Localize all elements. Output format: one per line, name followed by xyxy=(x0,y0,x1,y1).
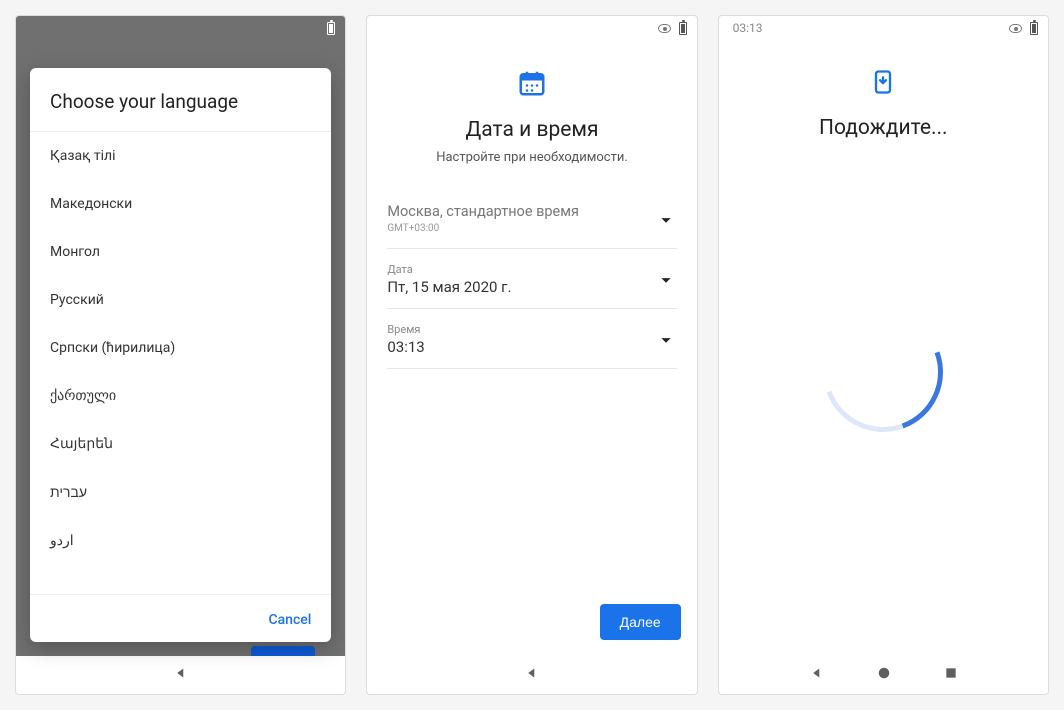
cancel-button[interactable]: Cancel xyxy=(268,612,311,628)
status-bar xyxy=(367,16,696,40)
chevron-down-icon xyxy=(655,329,677,351)
next-button[interactable]: Далее xyxy=(600,604,681,640)
page-title: Дата и время xyxy=(387,118,676,142)
language-option[interactable]: Српски (ћирилица) xyxy=(30,324,331,372)
time-value: 03:13 xyxy=(387,338,424,356)
button-peek xyxy=(251,646,315,656)
language-option[interactable]: Русский xyxy=(30,276,331,324)
time-label: Время xyxy=(387,323,424,336)
footer: Далее xyxy=(367,588,696,656)
timezone-row[interactable]: Москва, стандартное время GMT+03:00 xyxy=(387,189,676,249)
page-subtitle: Настройте при необходимости. xyxy=(387,150,676,165)
language-option[interactable]: Македонски xyxy=(30,180,331,228)
battery-icon xyxy=(327,22,335,35)
content-area: Choose your language Қазақ тілі Македонс… xyxy=(16,40,345,656)
modal-footer: Cancel xyxy=(30,594,331,642)
timezone-name: Москва, стандартное время xyxy=(387,203,579,220)
nav-home-icon[interactable] xyxy=(875,664,893,686)
phone-screen-datetime: Дата и время Настройте при необходимости… xyxy=(366,15,697,695)
chevron-down-icon xyxy=(655,209,677,231)
header: Подождите... xyxy=(719,40,1048,168)
eye-icon xyxy=(658,24,671,33)
phone-screen-language: Choose your language Қазақ тілі Македонс… xyxy=(15,15,346,695)
battery-icon xyxy=(1030,22,1038,35)
header: Дата и время Настройте при необходимости… xyxy=(367,40,696,185)
language-option[interactable]: Монгол xyxy=(30,228,331,276)
status-time: 03:13 xyxy=(733,21,763,35)
nav-recent-icon[interactable] xyxy=(943,665,959,685)
language-option[interactable]: اردو xyxy=(30,517,331,565)
download-icon xyxy=(869,68,897,96)
eye-icon xyxy=(1009,24,1022,33)
status-bar: 03:13 xyxy=(719,16,1048,40)
nav-back-icon[interactable] xyxy=(808,664,826,686)
language-option[interactable]: Հայերեն xyxy=(30,420,331,468)
language-option[interactable]: Қазақ тілі xyxy=(30,132,331,180)
loading-spinner xyxy=(823,312,943,432)
modal-title: Choose your language xyxy=(30,68,331,132)
nav-bar xyxy=(367,656,696,694)
chevron-down-icon xyxy=(655,269,677,291)
language-list: Қазақ тілі Македонски Монгол Русский Срп… xyxy=(30,132,331,594)
language-option[interactable]: עברית xyxy=(30,468,331,517)
spinner-icon xyxy=(804,292,963,451)
language-modal: Choose your language Қазақ тілі Македонс… xyxy=(30,68,331,642)
date-label: Дата xyxy=(387,263,511,276)
language-option[interactable]: ქართული xyxy=(30,372,331,420)
time-row[interactable]: Время 03:13 xyxy=(387,309,676,369)
date-row[interactable]: Дата Пт, 15 мая 2020 г. xyxy=(387,249,676,309)
content-area: Дата и время Настройте при необходимости… xyxy=(367,40,696,656)
battery-icon xyxy=(679,22,687,35)
settings-list: Москва, стандартное время GMT+03:00 Дата… xyxy=(367,185,696,373)
nav-bar xyxy=(16,656,345,694)
phone-screen-wait: 03:13 Подождите... xyxy=(718,15,1049,695)
status-bar xyxy=(16,16,345,40)
nav-back-icon[interactable] xyxy=(172,664,190,686)
nav-back-icon[interactable] xyxy=(523,664,541,686)
calendar-icon xyxy=(517,68,547,98)
date-value: Пт, 15 мая 2020 г. xyxy=(387,278,511,296)
page-title: Подождите... xyxy=(739,116,1028,140)
timezone-offset: GMT+03:00 xyxy=(387,223,579,234)
nav-bar xyxy=(719,656,1048,694)
content-area: Подождите... xyxy=(719,40,1048,656)
